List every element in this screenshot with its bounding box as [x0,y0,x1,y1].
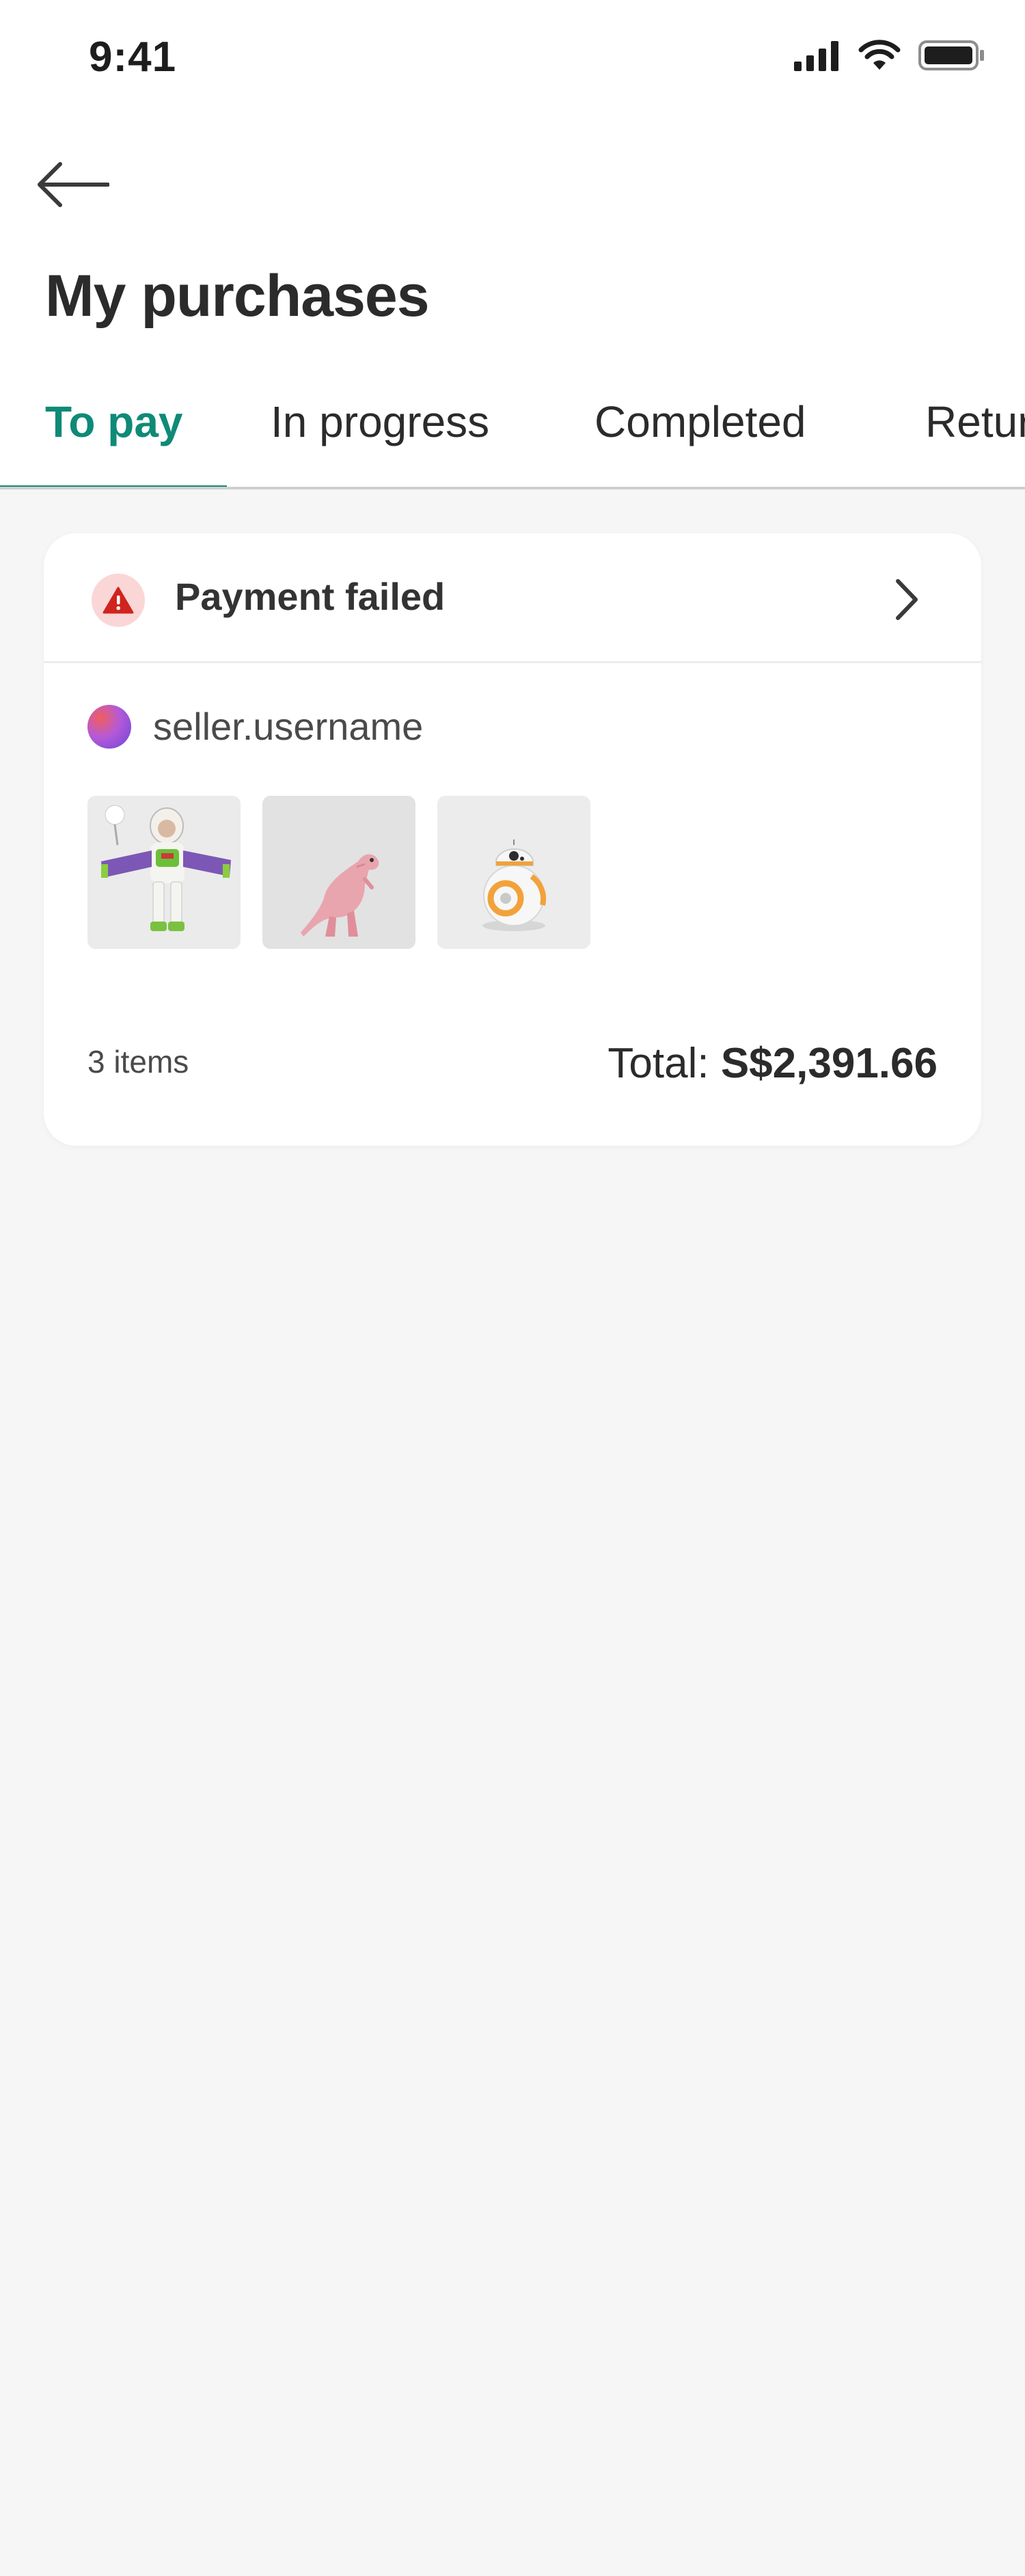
total-amount: S$2,391.66 [720,1040,938,1087]
item-thumbnail[interactable] [262,796,415,949]
order-card[interactable]: Payment failed seller.username 3 items T… [44,533,981,1146]
status-time: 9:41 [89,33,177,81]
tab-completed[interactable]: Completed [594,397,806,447]
avatar [87,704,131,749]
seller-row[interactable]: seller.username [87,704,423,749]
item-thumbnail[interactable] [437,796,590,949]
back-button[interactable] [34,150,116,219]
order-status-label: Payment failed [175,575,446,618]
item-thumbnails [87,796,590,949]
wifi-icon [858,40,901,70]
seller-name: seller.username [153,705,424,748]
status-icons [793,40,985,71]
tab-to-pay[interactable]: To pay [45,397,183,447]
droid-toy-image [437,796,590,949]
arrow-left-icon [38,162,109,207]
pink-dinosaur-toy-image [262,796,415,949]
tab-returns[interactable]: Returns [925,397,1025,447]
order-total: Total: S$2,391.66 [607,1039,938,1088]
page-title: My purchases [45,263,430,329]
signal-icon [794,41,838,71]
top-bar: 9:41 My purchases To pay In progress Com… [0,0,1025,489]
battery-icon [918,40,984,70]
tab-in-progress[interactable]: In progress [271,397,489,447]
total-label: Total: [607,1040,721,1087]
order-status-header[interactable]: Payment failed [44,533,981,663]
warning-triangle-icon [102,587,134,614]
chevron-right-icon[interactable] [886,576,927,623]
item-thumbnail[interactable] [87,796,241,949]
active-tab-indicator [0,485,227,487]
alert-badge [92,574,145,627]
items-count: 3 items [87,1044,189,1079]
space-ranger-toy-image [87,796,241,949]
tab-bar: To pay In progress Completed Returns [0,383,1025,489]
